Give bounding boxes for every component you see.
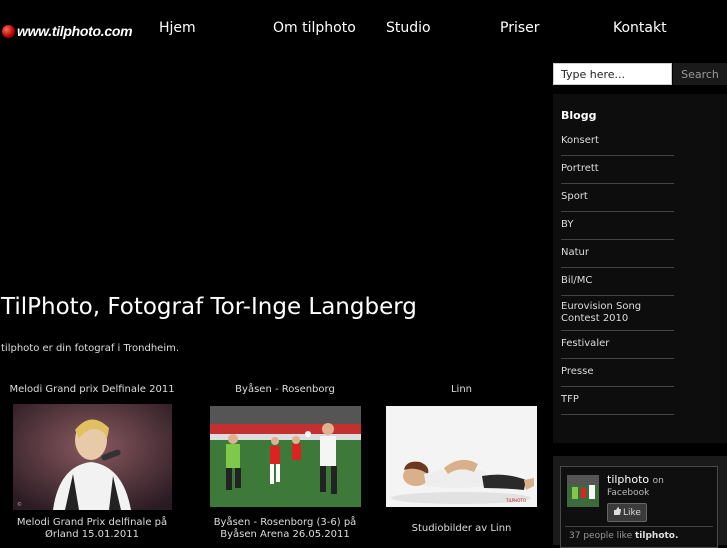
singer-photo-image: © (13, 404, 172, 510)
search-button[interactable]: Search (673, 63, 727, 85)
logo-text: www.tilphoto.com (17, 23, 133, 39)
facebook-page-avatar[interactable] (567, 475, 599, 507)
gallery-caption-wrap-byasen: Byåsen - Rosenborg (3-6) på Byåsen Arena… (196, 517, 374, 541)
facebook-page-name-row: tilphoto on (607, 473, 664, 486)
thumbs-up-icon (613, 507, 622, 518)
gallery-title[interactable]: Linn (386, 384, 537, 395)
nav-item-priser[interactable]: Priser (500, 20, 540, 36)
gallery-item-linn[interactable]: Linn (386, 384, 537, 395)
gallery-caption: Melodi Grand Prix delfinale på Ørland 15… (16, 517, 168, 540)
page-title: TilPhoto, Fotograf Tor-Inge Langberg (1, 294, 417, 320)
facebook-like-box: tilphoto on Facebook Like 37 people like… (560, 466, 718, 548)
facebook-on-text: on (652, 476, 664, 486)
category-presse[interactable]: Presse (561, 359, 674, 387)
studio-photo-image: TILPHOTO (386, 406, 537, 507)
svg-text:©: © (17, 501, 22, 508)
gallery-title[interactable]: Byåsen - Rosenborg (196, 384, 374, 395)
nav-item-kontakt[interactable]: Kontakt (613, 20, 667, 36)
category-sport[interactable]: Sport (561, 184, 674, 212)
category-festivaler[interactable]: Festivaler (561, 331, 674, 359)
category-natur[interactable]: Natur (561, 240, 674, 268)
category-portrett[interactable]: Portrett (561, 156, 674, 184)
sidebar-title: Blogg (561, 109, 597, 122)
category-by[interactable]: BY (561, 212, 674, 240)
gallery-caption: Studiobilder av Linn (411, 523, 512, 534)
facebook-network-label[interactable]: Facebook (607, 488, 649, 498)
category-bil-mc[interactable]: Bil/MC (561, 268, 674, 296)
gallery-item-byasen[interactable]: Byåsen - Rosenborg (196, 384, 374, 395)
search-input[interactable] (553, 63, 672, 85)
nav-item-studio[interactable]: Studio (386, 20, 431, 36)
facebook-widget: tilphoto on Facebook Like 37 people like… (553, 456, 727, 548)
gallery-caption: Byåsen - Rosenborg (3-6) på Byåsen Arena… (213, 517, 357, 540)
facebook-count-name[interactable]: tilphoto. (635, 531, 678, 541)
category-eurovision[interactable]: Eurovision Song Contest 2010 (561, 296, 674, 331)
gallery-caption-wrap-linn: Studiobilder av Linn (386, 523, 537, 535)
gallery-thumb-linn[interactable]: TILPHOTO (386, 406, 537, 507)
avatar-image (567, 475, 599, 507)
gallery-thumb-mgp[interactable]: © (13, 404, 172, 510)
category-konsert[interactable]: Konsert (561, 128, 674, 156)
logo-ball-icon (2, 24, 15, 38)
football-photo-image (210, 406, 361, 507)
intro-text: tilphoto er din fotograf i Trondheim. (1, 343, 180, 354)
category-list: Konsert Portrett Sport BY Natur Bil/MC E… (561, 128, 674, 415)
facebook-like-label: Like (623, 507, 641, 518)
site-logo[interactable]: www.tilphoto.com (2, 21, 133, 41)
gallery-item-mgp[interactable]: Melodi Grand prix Delfinale 2011 (3, 384, 181, 395)
facebook-page-name[interactable]: tilphoto (607, 473, 649, 486)
gallery-caption-wrap-mgp: Melodi Grand Prix delfinale på Ørland 15… (3, 517, 181, 541)
svg-text:TILPHOTO: TILPHOTO (505, 498, 526, 503)
facebook-count-text: 37 people like (569, 531, 633, 541)
nav-item-hjem[interactable]: Hjem (159, 20, 196, 36)
facebook-like-button[interactable]: Like (607, 503, 647, 522)
gallery-title[interactable]: Melodi Grand prix Delfinale 2011 (3, 384, 181, 395)
category-tfp[interactable]: TFP (561, 387, 674, 415)
facebook-like-count: 37 people like tilphoto. (569, 531, 678, 541)
blog-sidebar: Blogg Konsert Portrett Sport BY Natur Bi… (553, 94, 727, 443)
facebook-divider (565, 526, 713, 527)
gallery-thumb-byasen[interactable] (210, 406, 361, 507)
nav-item-om-tilphoto[interactable]: Om tilphoto (273, 20, 356, 36)
